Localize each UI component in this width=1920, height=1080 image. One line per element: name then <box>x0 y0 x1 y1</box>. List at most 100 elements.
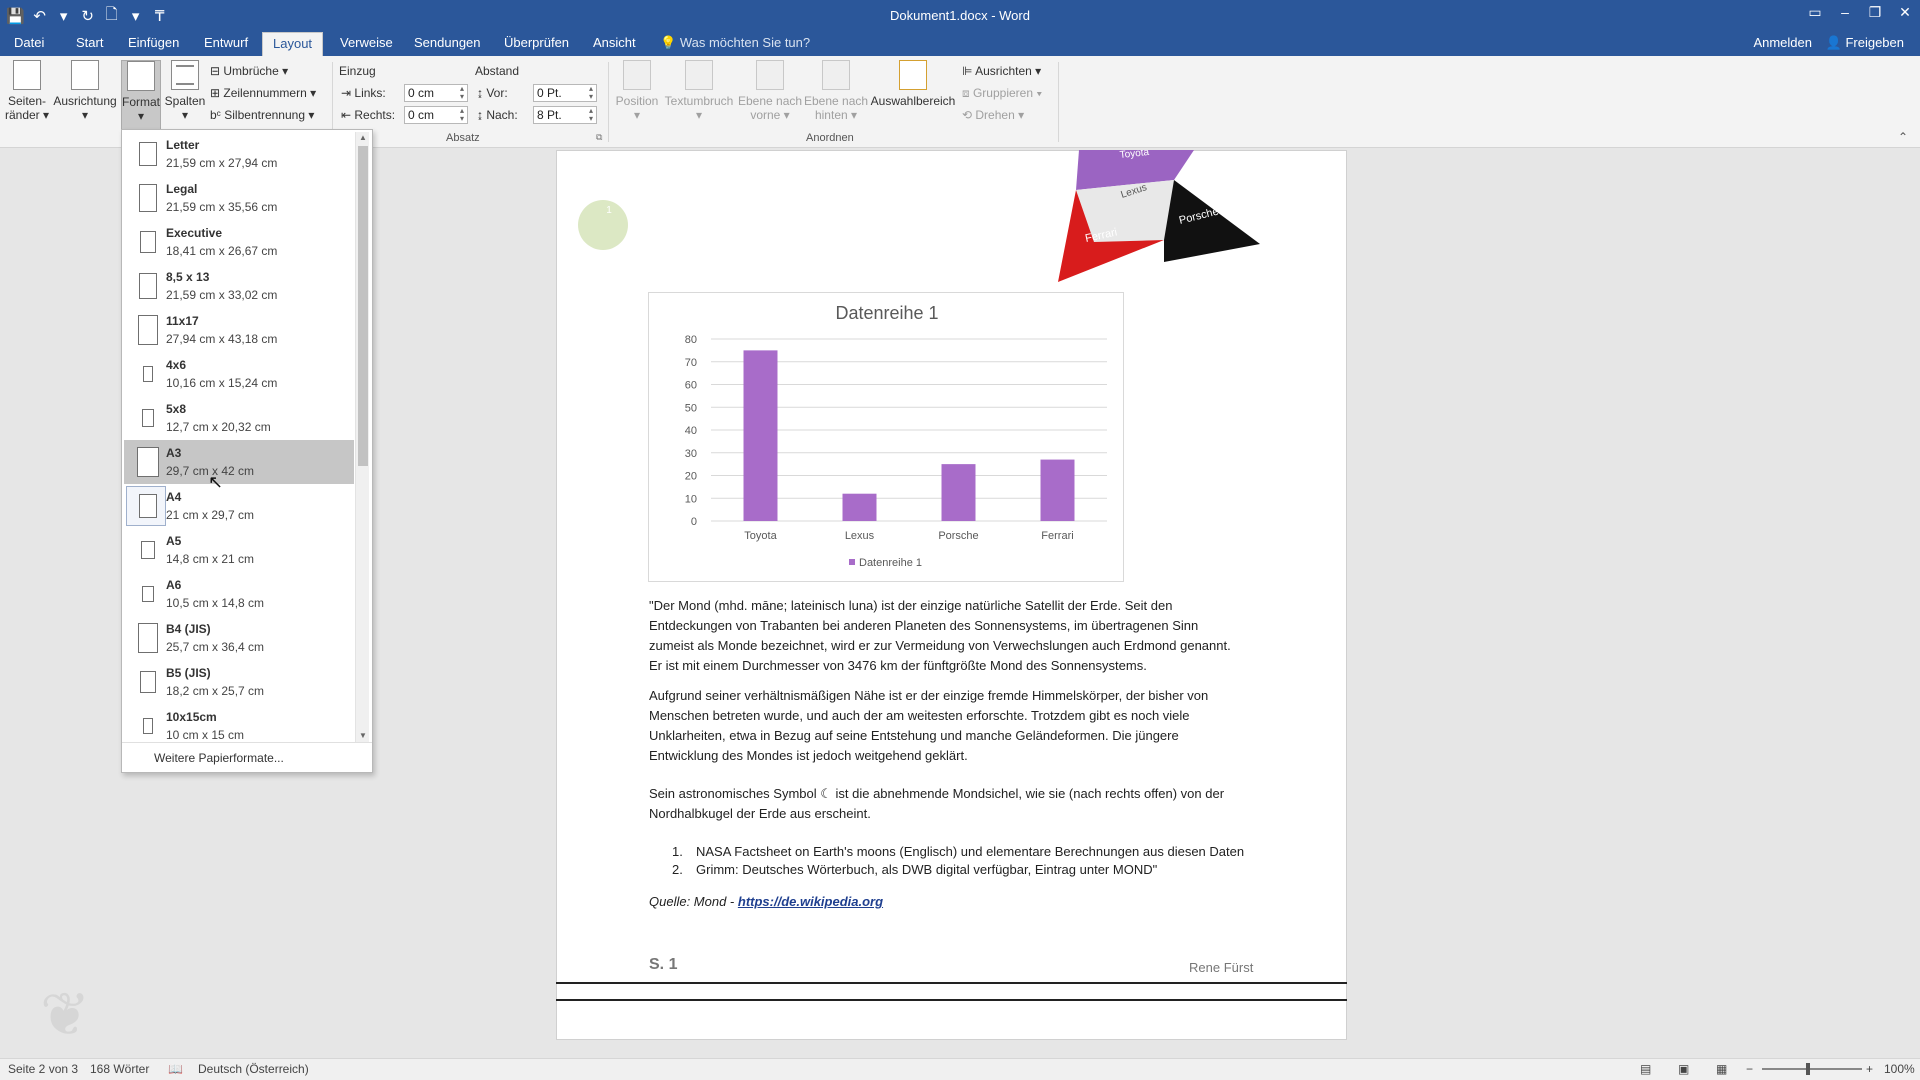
spacing-before-icon: ↨ <box>477 86 487 100</box>
proofing-icon[interactable]: 📖 <box>168 1062 183 1076</box>
more-paper-sizes-link[interactable]: Weitere Papierformate... <box>122 742 372 772</box>
line-numbers-button[interactable]: ⊞ Zeilennummern ▾ <box>210 84 316 102</box>
tab-ansicht[interactable]: Ansicht <box>583 32 646 56</box>
zoom-in-icon[interactable]: + <box>1866 1062 1873 1076</box>
tab-einfuegen[interactable]: Einfügen <box>118 32 189 56</box>
tab-datei[interactable]: Datei <box>4 32 54 56</box>
rotate-button[interactable]: ⟲ Drehen ▾ <box>962 106 1024 124</box>
page-thumbnail-icon <box>142 408 154 428</box>
position-label: Position ▾ <box>615 94 659 122</box>
paper-size-item[interactable]: Executive 18,41 cm x 26,67 cm <box>124 220 354 264</box>
y-tick-label: 60 <box>685 380 697 392</box>
page-count[interactable]: Seite 2 von 3 <box>8 1062 78 1076</box>
ribbon-display-icon[interactable]: ▭ <box>1800 0 1830 32</box>
paper-size-item[interactable]: Legal 21,59 cm x 35,56 cm <box>124 176 354 220</box>
paper-size-item[interactable]: 4x6 10,16 cm x 15,24 cm <box>124 352 354 396</box>
wrap-text-label: Textumbruch ▾ <box>664 94 734 122</box>
columns-button[interactable]: Spalten ▾ <box>164 60 206 122</box>
pyramid-graphic[interactable]: Toyota Lexus Ferrari Porsche <box>1054 150 1260 284</box>
page-thumbnail-icon <box>142 586 154 602</box>
close-icon[interactable]: ✕ <box>1890 0 1920 32</box>
align-button[interactable]: ⊫ Ausrichten ▾ <box>962 62 1041 80</box>
tab-ueberpruefen[interactable]: Überprüfen <box>494 32 579 56</box>
paper-size-item[interactable]: A6 10,5 cm x 14,8 cm <box>124 572 354 616</box>
paper-size-item[interactable]: 8,5 x 13 21,59 cm x 33,02 cm <box>124 264 354 308</box>
paper-size-item[interactable]: A3 29,7 cm x 42 cm <box>124 440 354 484</box>
wrap-text-button[interactable]: Textumbruch ▾ <box>662 60 736 122</box>
bar[interactable] <box>743 350 778 521</box>
tab-entwurf[interactable]: Entwurf <box>194 32 258 56</box>
tab-sendungen[interactable]: Sendungen <box>404 32 491 56</box>
bar-chart[interactable]: Datenreihe 1 0 10 20 30 40 50 60 70 80 Toyota Lex… <box>648 292 1124 582</box>
orientation-icon <box>71 60 99 90</box>
share-button[interactable]: 👤 Freigeben <box>1826 32 1904 54</box>
paper-size-item[interactable]: A4 21 cm x 29,7 cm <box>124 484 354 528</box>
web-layout-icon[interactable]: ▦ <box>1716 1062 1727 1076</box>
zoom-slider[interactable] <box>1762 1068 1862 1070</box>
paper-size-item[interactable]: A5 14,8 cm x 21 cm <box>124 528 354 572</box>
dropdown-scrollbar[interactable]: ▲ ▼ <box>355 132 369 742</box>
paragraph-dialog-launcher-icon[interactable]: ⧉ <box>596 128 602 146</box>
paper-size-item[interactable]: B4 (JIS) 25,7 cm x 36,4 cm <box>124 616 354 660</box>
language-indicator[interactable]: Deutsch (Österreich) <box>198 1062 309 1076</box>
paragraph-1: "Der Mond (mhd. māne; lateinisch luna) i… <box>649 598 1231 673</box>
indent-right-input[interactable]: 0 cm <box>404 106 468 124</box>
paper-size-name: Legal <box>166 182 198 196</box>
print-layout-icon[interactable]: ▣ <box>1678 1062 1689 1076</box>
indent-right-label: ⇤ Rechts: <box>341 108 396 122</box>
page-thumbnail-icon <box>141 540 155 560</box>
format-button[interactable]: Format ▾ <box>121 60 161 130</box>
orientation-button[interactable]: Ausrichtung ▾ <box>52 60 118 122</box>
source-link[interactable]: https://de.wikipedia.org <box>738 894 883 909</box>
list-number-2: 2. <box>672 862 683 877</box>
paper-size-item[interactable]: Letter 21,59 cm x 27,94 cm <box>124 132 354 176</box>
paper-size-item[interactable]: B5 (JIS) 18,2 cm x 25,7 cm <box>124 660 354 704</box>
paper-size-name: A4 <box>166 490 182 504</box>
margins-button[interactable]: Seiten- ränder ▾ <box>4 60 50 122</box>
paper-size-dropdown: Letter 21,59 cm x 27,94 cm Legal 21,59 cm x… <box>121 129 373 773</box>
paper-size-name: 10x15cm <box>166 710 217 724</box>
bar[interactable] <box>1040 459 1075 521</box>
read-mode-icon[interactable]: ▤ <box>1640 1062 1651 1076</box>
bar[interactable] <box>842 493 877 521</box>
indent-heading: Einzug <box>339 64 376 78</box>
spacing-before-input[interactable]: 0 Pt. <box>533 84 597 102</box>
bar[interactable] <box>941 464 976 521</box>
tab-layout[interactable]: Layout <box>262 32 324 56</box>
paper-size-item[interactable]: 11x17 27,94 cm x 43,18 cm <box>124 308 354 352</box>
spacing-after-input[interactable]: 8 Pt. <box>533 106 597 124</box>
spacing-after-label: ↨ Nach: <box>477 108 518 122</box>
tab-verweise[interactable]: Verweise <box>330 32 403 56</box>
group-objects-button[interactable]: ⧈ Gruppieren ▾ <box>962 84 1042 102</box>
source-line: Quelle: Mond - https://de.wikipedia.org <box>649 892 883 912</box>
tab-start[interactable]: Start <box>66 32 113 56</box>
breaks-button[interactable]: ⊟ Umbrüche ▾ <box>210 62 288 80</box>
paper-size-name: 4x6 <box>166 358 187 372</box>
paper-size-dimensions: 10,16 cm x 15,24 cm <box>166 376 278 390</box>
scroll-down-icon[interactable]: ▼ <box>356 730 370 742</box>
sign-in-link[interactable]: Anmelden <box>1753 32 1812 54</box>
restore-icon[interactable]: ❐ <box>1860 0 1890 32</box>
bring-forward-button[interactable]: Ebene nach vorne ▾ <box>738 60 802 122</box>
paper-size-item[interactable]: 5x8 12,7 cm x 20,32 cm <box>124 396 354 440</box>
minimize-icon[interactable]: – <box>1830 0 1860 32</box>
position-button[interactable]: Position ▾ <box>612 60 662 122</box>
zoom-slider-thumb[interactable] <box>1806 1063 1810 1075</box>
orientation-label: Ausrichtung ▾ <box>53 94 117 122</box>
send-backward-button[interactable]: Ebene nach hinten ▾ <box>804 60 868 122</box>
indent-left-input[interactable]: 0 cm <box>404 84 468 102</box>
hyphenation-button[interactable]: bᶜ Silbentrennung ▾ <box>210 106 314 124</box>
send-backward-icon <box>822 60 850 90</box>
collapse-ribbon-icon[interactable]: ⌃ <box>1898 128 1908 146</box>
word-count[interactable]: 168 Wörter <box>90 1062 149 1076</box>
zoom-level[interactable]: 100% <box>1884 1062 1915 1076</box>
tell-me-box[interactable]: 💡 Was möchten Sie tun? <box>660 32 810 54</box>
scroll-up-icon[interactable]: ▲ <box>356 132 370 144</box>
selection-pane-button[interactable]: Auswahlbereich <box>870 60 956 108</box>
paper-size-name: A6 <box>166 578 182 592</box>
scroll-thumb[interactable] <box>358 146 368 466</box>
spacing-heading: Abstand <box>475 64 520 78</box>
number-circle-shape[interactable]: 1 <box>578 200 628 250</box>
page-thumbnail-icon <box>139 272 157 300</box>
zoom-out-icon[interactable]: − <box>1746 1062 1753 1076</box>
